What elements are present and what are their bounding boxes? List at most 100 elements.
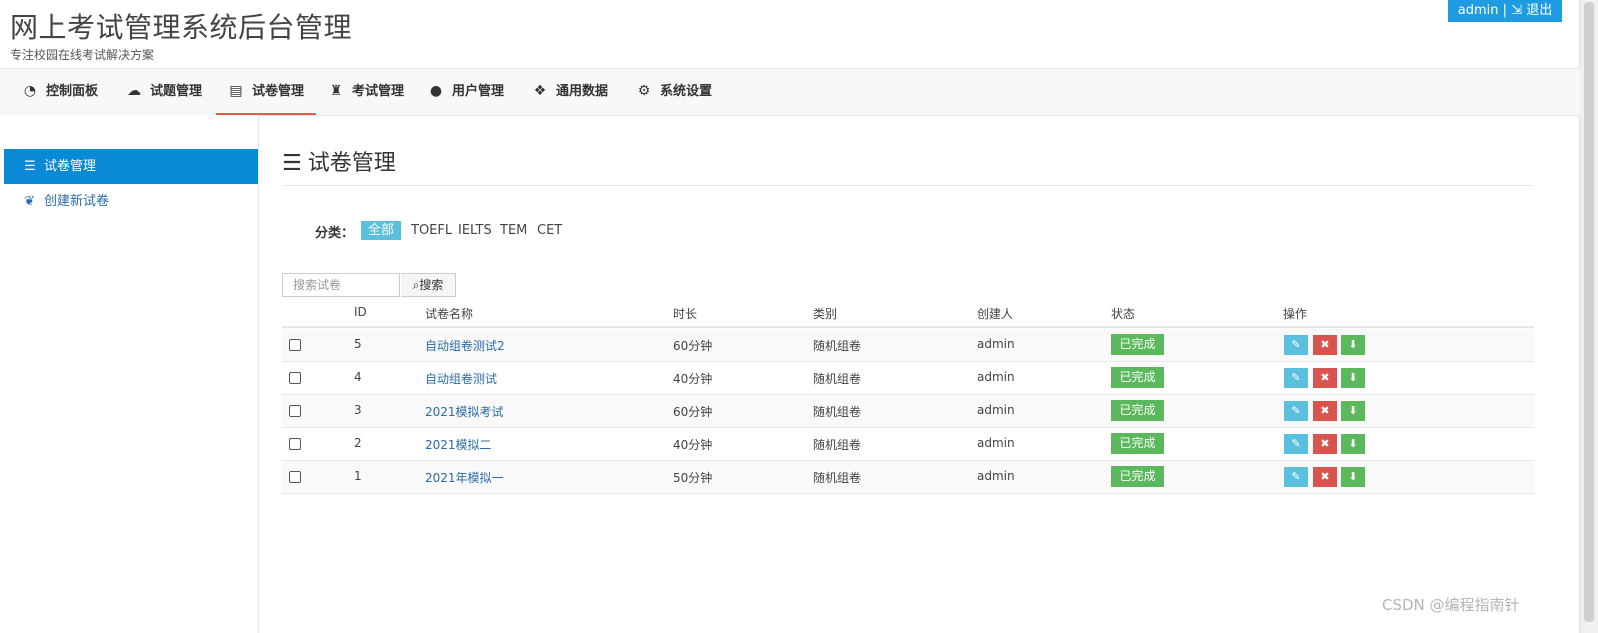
search-button[interactable]: ⌕搜索: [401, 273, 456, 297]
search-button-label: 搜索: [419, 278, 444, 292]
sidebar: ☰ 试卷管理 ❦ 创建新试卷: [0, 115, 259, 633]
row-checkbox[interactable]: [289, 438, 301, 450]
username[interactable]: admin: [1458, 3, 1499, 18]
trash-icon: ✖: [1320, 470, 1330, 483]
paper-name-link[interactable]: 2021模拟二: [425, 436, 492, 453]
nav-questions[interactable]: ☁ 试题管理: [124, 69, 202, 115]
category-tem[interactable]: TEM: [500, 221, 527, 240]
nav-users-label: 用户管理: [452, 84, 505, 99]
cell-duration: 40分钟: [673, 372, 713, 386]
status-badge: 已完成: [1111, 400, 1164, 421]
page-scrollbar[interactable]: [1579, 0, 1598, 633]
user-icon: ●: [429, 83, 443, 99]
category-all[interactable]: 全部: [361, 221, 402, 240]
cloud-icon: ☁: [127, 83, 141, 99]
cell-creator: admin: [977, 370, 1015, 384]
trash-icon: ✖: [1320, 404, 1330, 417]
delete-button[interactable]: ✖: [1313, 368, 1337, 388]
cell-type: 随机组卷: [813, 438, 862, 452]
cell-creator: admin: [977, 469, 1015, 483]
edit-button[interactable]: ✎: [1284, 335, 1308, 355]
download-icon: ⬇: [1348, 371, 1358, 384]
download-button[interactable]: ⬇: [1341, 434, 1365, 454]
dashboard-icon: ◔: [23, 83, 37, 99]
nav-settings[interactable]: ⚙ 系统设置: [634, 69, 712, 115]
col-type: 类别: [813, 307, 838, 321]
table-header: ID 试卷名称 时长 类别 创建人 状态 操作: [282, 298, 1534, 328]
edit-button[interactable]: ✎: [1284, 368, 1308, 388]
category-ielts[interactable]: IELTS: [458, 221, 492, 240]
cell-duration: 60分钟: [673, 405, 713, 419]
site-subtitle: 专注校园在线考试解决方案: [10, 48, 155, 62]
paper-name-link[interactable]: 自动组卷测试2: [425, 337, 505, 354]
col-name: 试卷名称: [425, 307, 474, 321]
row-checkbox[interactable]: [289, 405, 301, 417]
status-badge: 已完成: [1111, 367, 1164, 388]
nav-papers-label: 试卷管理: [252, 84, 305, 99]
cell-id: 2: [354, 436, 362, 450]
download-button[interactable]: ⬇: [1341, 467, 1365, 487]
cell-id: 4: [354, 370, 362, 384]
edit-button[interactable]: ✎: [1284, 467, 1308, 487]
paper-name-link[interactable]: 2021模拟考试: [425, 403, 504, 420]
header: 网上考试管理系统后台管理 专注校园在线考试解决方案: [0, 0, 1550, 68]
col-actions: 操作: [1283, 307, 1308, 321]
search-input[interactable]: 搜索试卷: [282, 273, 400, 297]
nav-common-data[interactable]: ❖ 通用数据: [530, 69, 608, 115]
row-checkbox[interactable]: [289, 372, 301, 384]
trash-icon: ✖: [1320, 437, 1330, 450]
nav-papers[interactable]: ▤ 试卷管理: [216, 69, 316, 115]
pencil-icon: ✎: [1291, 470, 1301, 483]
scrollbar-thumb[interactable]: [1584, 2, 1594, 622]
download-button[interactable]: ⬇: [1341, 368, 1365, 388]
site-title: 网上考试管理系统后台管理: [10, 11, 353, 44]
paper-name-link[interactable]: 2021年模拟一: [425, 469, 504, 486]
download-button[interactable]: ⬇: [1341, 401, 1365, 421]
cell-creator: admin: [977, 337, 1015, 351]
cell-creator: admin: [977, 436, 1015, 450]
sidebar-item-paper-manage[interactable]: ☰ 试卷管理: [4, 149, 258, 184]
download-button[interactable]: ⬇: [1341, 335, 1365, 355]
delete-button[interactable]: ✖: [1313, 467, 1337, 487]
nav-exams[interactable]: ♜ 考试管理: [326, 69, 404, 115]
table-row: 2 2021模拟二 40分钟 随机组卷 admin 已完成 ✎ ✖ ⬇: [282, 428, 1534, 461]
table-row: 3 2021模拟考试 60分钟 随机组卷 admin 已完成 ✎ ✖ ⬇: [282, 395, 1534, 428]
trash-icon: ✖: [1320, 371, 1330, 384]
list-icon: ☰: [282, 151, 302, 176]
col-creator: 创建人: [977, 307, 1014, 321]
pencil-icon: ✎: [1291, 404, 1301, 417]
title-divider: [282, 185, 1534, 186]
trash-icon: ✖: [1320, 338, 1330, 351]
col-status: 状态: [1111, 307, 1136, 321]
edit-button[interactable]: ✎: [1284, 401, 1308, 421]
delete-button[interactable]: ✖: [1313, 401, 1337, 421]
delete-button[interactable]: ✖: [1313, 434, 1337, 454]
cell-id: 5: [354, 337, 362, 351]
cubes-icon: ❖: [533, 83, 547, 99]
pencil-icon: ✎: [1291, 437, 1301, 450]
cell-type: 随机组卷: [813, 339, 862, 353]
delete-button[interactable]: ✖: [1313, 335, 1337, 355]
nav-users[interactable]: ● 用户管理: [426, 69, 504, 115]
sidebar-item-create-paper[interactable]: ❦ 创建新试卷: [4, 184, 258, 219]
row-checkbox[interactable]: [289, 471, 301, 483]
category-toefl[interactable]: TOEFL: [411, 221, 452, 240]
logout-link[interactable]: 退出: [1526, 3, 1552, 18]
paper-name-link[interactable]: 自动组卷测试: [425, 370, 497, 387]
cell-type: 随机组卷: [813, 471, 862, 485]
user-menu[interactable]: admin | ⇲ 退出: [1448, 0, 1562, 22]
category-cet[interactable]: CET: [537, 221, 562, 240]
nav-dashboard-label: 控制面板: [46, 84, 99, 99]
cell-id: 3: [354, 403, 362, 417]
download-icon: ⬇: [1348, 437, 1358, 450]
status-badge: 已完成: [1111, 466, 1164, 487]
category-label: 分类：: [315, 226, 355, 241]
cell-type: 随机组卷: [813, 405, 862, 419]
table-row: 1 2021年模拟一 50分钟 随机组卷 admin 已完成 ✎ ✖ ⬇: [282, 461, 1534, 494]
row-checkbox[interactable]: [289, 339, 301, 351]
list-icon: ☰: [24, 159, 36, 174]
cell-duration: 50分钟: [673, 471, 713, 485]
col-id: ID: [354, 305, 367, 319]
edit-button[interactable]: ✎: [1284, 434, 1308, 454]
nav-dashboard[interactable]: ◔ 控制面板: [20, 69, 98, 115]
